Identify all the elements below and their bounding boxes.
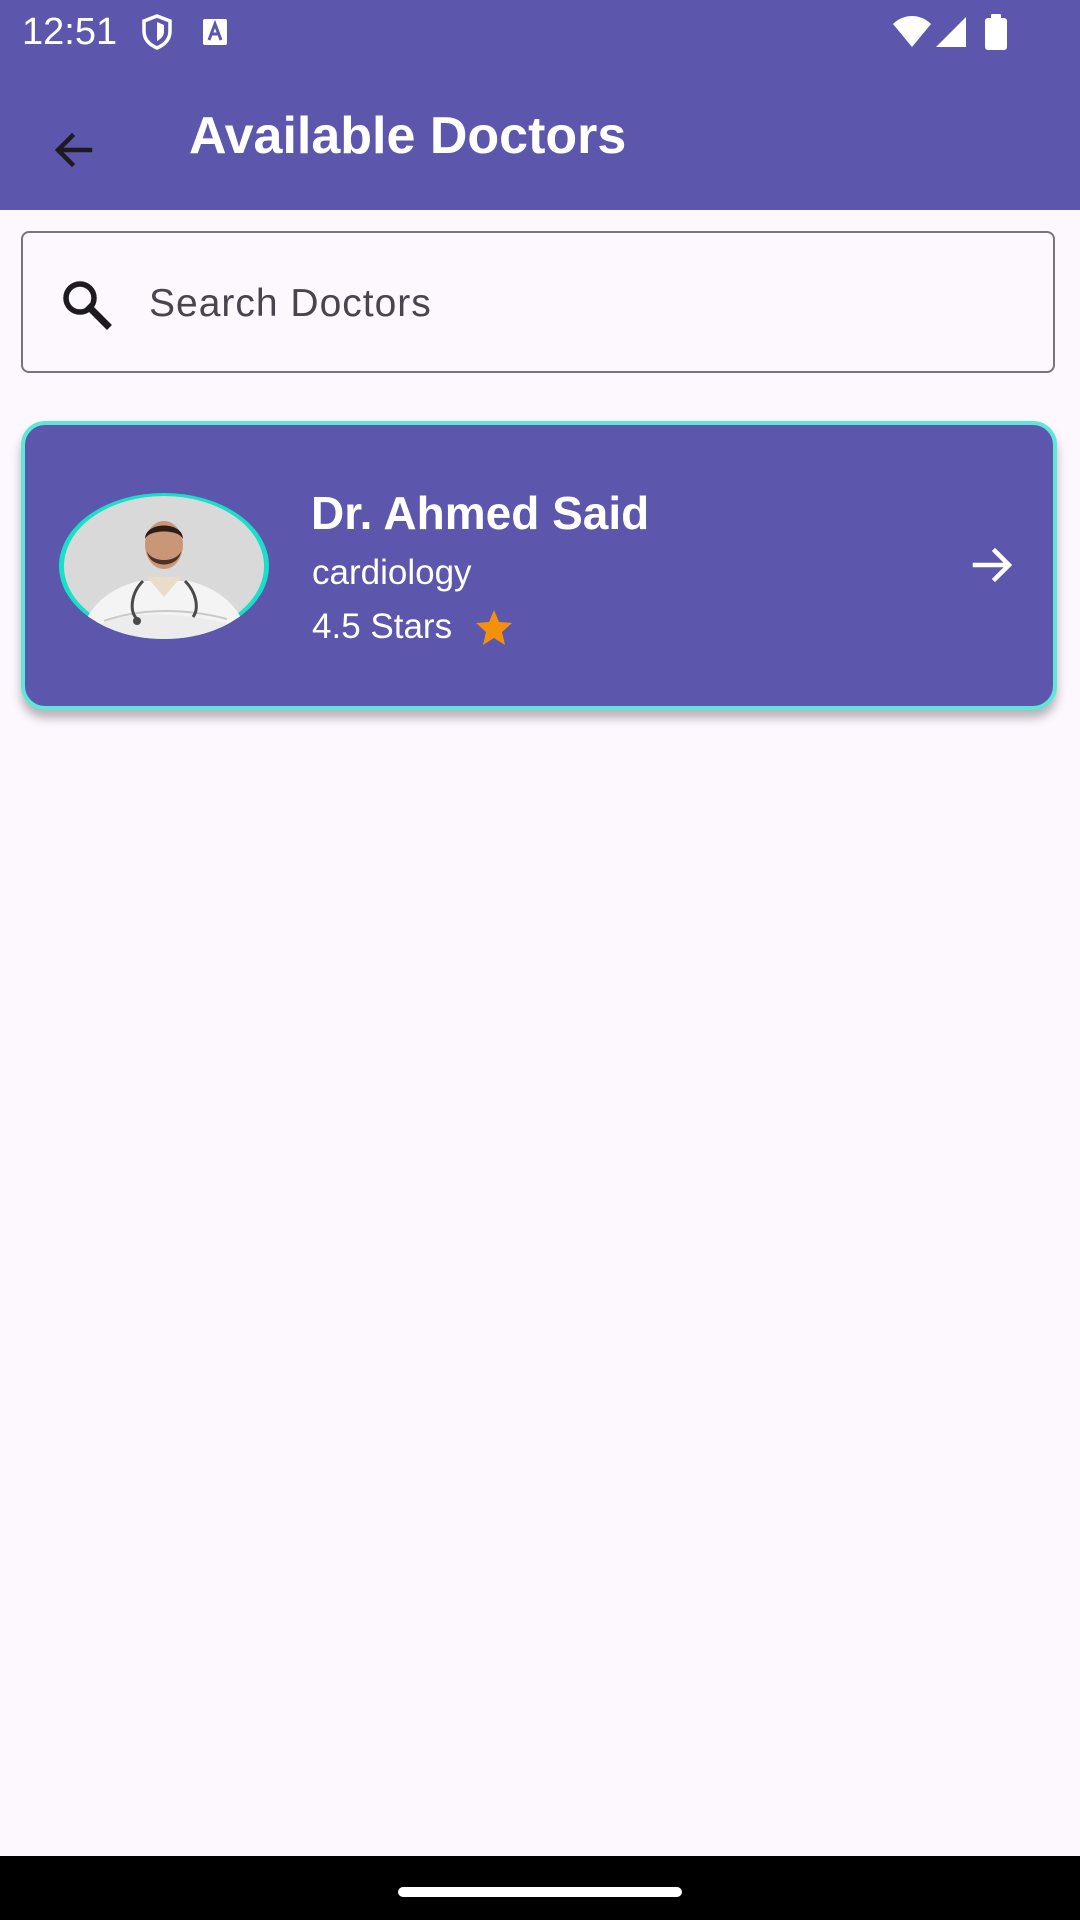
rating-label: 4.5 Stars <box>312 607 453 646</box>
star-icon <box>476 610 513 645</box>
signal-icon <box>936 17 966 47</box>
shield-icon <box>142 14 172 50</box>
battery-icon <box>985 14 1007 50</box>
app-bar: Available Doctors <box>0 64 1080 210</box>
search-icon <box>63 281 112 330</box>
navigation-bar <box>0 1856 1080 1920</box>
wifi-icon <box>893 16 931 47</box>
doctor-photo <box>64 496 264 639</box>
doctor-name: Dr. Ahmed Said <box>311 487 650 539</box>
doctor-card[interactable]: Dr. Ahmed Said cardiology 4.5 Stars <box>21 421 1057 710</box>
doctor-rating: 4.5 Stars <box>312 605 514 649</box>
home-indicator[interactable] <box>398 1887 682 1897</box>
arrow-back-icon <box>54 132 93 168</box>
search-input[interactable] <box>147 261 1031 347</box>
arrow-forward-icon <box>972 547 1013 583</box>
open-doctor-button[interactable] <box>963 535 1023 595</box>
text-a-icon <box>203 19 227 45</box>
doctor-avatar <box>59 493 269 639</box>
page-title: Available Doctors <box>189 107 627 165</box>
back-button[interactable] <box>30 106 118 194</box>
search-field[interactable] <box>21 231 1055 373</box>
screen: 12:51 Available Doctors Search Doctors D… <box>0 0 1080 1920</box>
doctor-specialty: cardiology <box>312 553 472 592</box>
status-time: 12:51 <box>22 11 118 53</box>
top-app-area: 12:51 Available Doctors <box>0 0 1080 210</box>
status-bar: 12:51 <box>0 0 1080 64</box>
